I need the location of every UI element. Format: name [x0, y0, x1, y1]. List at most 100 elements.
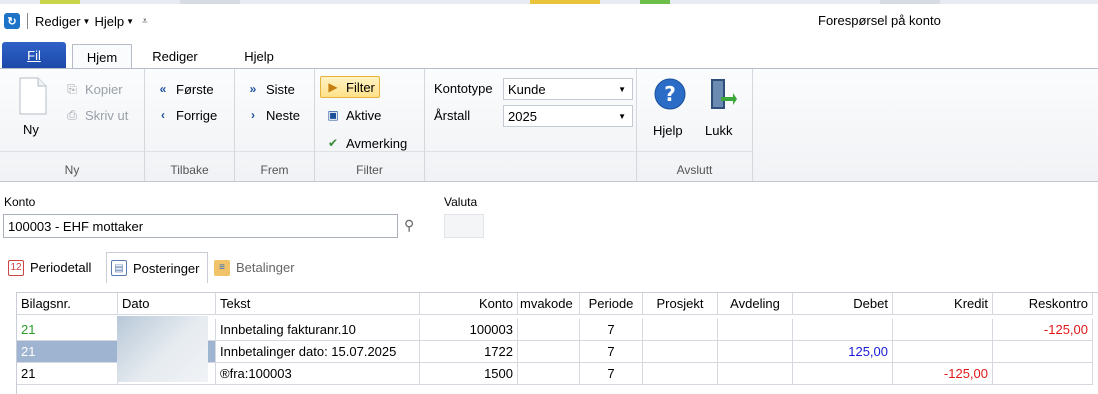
tab-hjelp[interactable]: Hjelp [228, 44, 290, 69]
right-arrow-icon: › [251, 108, 255, 122]
arstall-select[interactable]: 2025 ▼ [503, 105, 633, 127]
tab-posteringer[interactable]: ▤ Posteringer [106, 252, 208, 283]
subtabs: 12 Periodetall ▤ Posteringer ≡ Betalinger [0, 252, 1098, 284]
cell-mvakode [518, 363, 580, 385]
group-label-ny: Ny [64, 163, 80, 177]
col-debet[interactable]: Debet [793, 293, 893, 315]
tab-betalinger-label: Betalinger [236, 260, 295, 275]
cell-bilagsnr: 21 [17, 341, 118, 363]
next-label: Neste [266, 107, 300, 123]
tab-posteringer-label: Posteringer [133, 260, 200, 276]
avmerking-label: Avmerking [346, 135, 408, 151]
ribbon: Ny ⎘ Kopier ⎙ Skriv ut Ny « Første ‹ Forrige… [0, 69, 1098, 182]
cell-reskontro [993, 341, 1093, 363]
arstall-value: 2025 [508, 108, 537, 124]
postings-icon: ▤ [111, 260, 127, 276]
customize-quick-access-icon[interactable]: ⩡ [142, 16, 148, 27]
col-reskontro[interactable]: Reskontro [993, 293, 1093, 315]
quick-menu-hjelp[interactable]: Hjelp ▼ [94, 14, 134, 29]
marking-icon: ✔ [327, 136, 339, 150]
help-label: Hjelp [653, 123, 683, 138]
group-filter: ▶ Filter ▣ Aktive ✔ Avmerking Filter [315, 69, 425, 181]
svg-text:?: ? [664, 82, 676, 106]
next-button[interactable]: › Neste [245, 107, 300, 123]
tab-rediger[interactable]: Rediger [142, 44, 208, 69]
group-kontotype: Kontotype Kunde ▼ Årstall 2025 ▼ [425, 69, 637, 181]
cell-konto: 100003 [420, 319, 518, 341]
print-button[interactable]: ⎙ Skriv ut [64, 107, 128, 123]
cell-prosjekt [643, 363, 718, 385]
col-bilagsnr[interactable]: Bilagsnr. [17, 293, 118, 315]
cell-kredit [893, 341, 993, 363]
cell-kredit: -125,00 [893, 363, 993, 385]
avmerking-button[interactable]: ✔ Avmerking [325, 135, 407, 151]
col-prosjekt[interactable]: Prosjekt [643, 293, 718, 315]
cell-avdeling [718, 363, 793, 385]
copy-icon: ⎘ [67, 81, 77, 96]
tab-fil[interactable]: Fil [2, 42, 66, 69]
quick-menu-rediger-label: Rediger [35, 13, 81, 29]
lookup-icon[interactable]: ⚲ [404, 217, 414, 234]
cell-mvakode [518, 341, 580, 363]
new-button[interactable]: Ny [14, 77, 52, 141]
close-button[interactable]: Lukk [699, 75, 743, 141]
quick-menu-rediger[interactable]: Rediger ▼ [35, 14, 90, 29]
group-tilbake: « Første ‹ Forrige Tilbake [145, 69, 235, 181]
filter-icon: ▶ [328, 80, 338, 94]
col-konto[interactable]: Konto [420, 293, 518, 315]
cell-debet: 125,00 [793, 341, 893, 363]
quick-menu-hjelp-label: Hjelp [94, 13, 125, 29]
postings-table: Bilagsnr. Dato Tekst Konto mvakode Perio… [16, 292, 1098, 394]
group-frem: » Siste › Neste Frem [235, 69, 315, 181]
tab-hjem[interactable]: Hjem [72, 44, 132, 69]
cell-prosjekt [643, 341, 718, 363]
cell-reskontro: -125,00 [993, 319, 1093, 341]
filter-label: Filter [346, 79, 375, 95]
tab-periodetall[interactable]: 12 Periodetall [8, 252, 106, 283]
col-dato[interactable]: Dato [118, 293, 216, 315]
cell-konto: 1722 [420, 341, 518, 363]
cell-mvakode [518, 319, 580, 341]
group-footer: Tilbake [145, 151, 234, 181]
col-tekst[interactable]: Tekst [216, 293, 420, 315]
chevron-down-icon: ▼ [618, 112, 626, 121]
group-footer: Frem [235, 151, 314, 181]
table-header: Bilagsnr. Dato Tekst Konto mvakode Perio… [17, 293, 1098, 315]
group-footer: Filter [315, 151, 424, 181]
help-button[interactable]: ? Hjelp [647, 75, 691, 141]
cell-prosjekt [643, 319, 718, 341]
kontotype-value: Kunde [508, 81, 546, 97]
window-title: Forespørsel på konto [818, 13, 941, 28]
cell-debet [793, 319, 893, 341]
first-button[interactable]: « Første [155, 81, 214, 97]
group-label-tilbake: Tilbake [170, 163, 209, 177]
double-left-arrow-icon: « [159, 82, 167, 96]
copy-button[interactable]: ⎘ Kopier [64, 81, 122, 97]
konto-input[interactable]: 100003 - EHF mottaker [3, 214, 398, 238]
group-ny: Ny ⎘ Kopier ⎙ Skriv ut Ny [0, 69, 145, 181]
new-button-label: Ny [23, 122, 39, 137]
last-button[interactable]: » Siste [245, 81, 295, 97]
app-icon[interactable]: ↻ [4, 13, 20, 29]
col-kredit[interactable]: Kredit [893, 293, 993, 315]
cell-bilagsnr: 21 [17, 363, 118, 385]
tab-betalinger[interactable]: ≡ Betalinger [214, 252, 306, 283]
double-right-arrow-icon: » [249, 82, 257, 96]
dropdown-arrow-icon: ▼ [126, 16, 134, 26]
payments-icon: ≡ [214, 259, 230, 276]
previous-label: Forrige [176, 107, 218, 123]
filter-button[interactable]: ▶ Filter [320, 76, 380, 98]
col-mvakode[interactable]: mvakode [518, 293, 580, 315]
cell-periode: 7 [580, 341, 643, 363]
active-button[interactable]: ▣ Aktive [325, 107, 381, 123]
col-avdeling[interactable]: Avdeling [718, 293, 793, 315]
previous-button[interactable]: ‹ Forrige [155, 107, 217, 123]
kontotype-select[interactable]: Kunde ▼ [503, 78, 633, 100]
cell-tekst: Innbetaling fakturanr.10 [216, 319, 420, 341]
cell-kredit [893, 319, 993, 341]
col-periode[interactable]: Periode [580, 293, 643, 315]
print-label: Skriv ut [85, 107, 129, 123]
cell-bilagsnr: 21 [17, 319, 118, 341]
help-icon: ? [654, 78, 686, 110]
group-footer: Ny [0, 151, 144, 181]
